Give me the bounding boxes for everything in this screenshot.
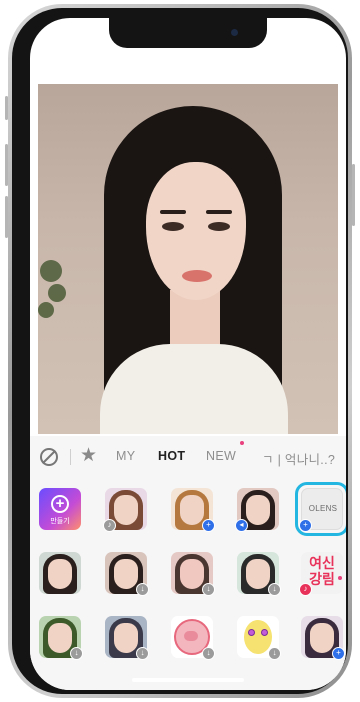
korean-text-filter-tile[interactable]: 여신 강림 ♪ [299, 552, 343, 596]
download-icon: ↓ [202, 583, 215, 596]
create-filter-label: 만들기 [50, 518, 70, 525]
filter-tile[interactable]: + [171, 488, 215, 532]
create-filter-tile[interactable]: + 만들기 [39, 488, 81, 530]
download-icon: ↓ [136, 583, 149, 596]
filter-tab-bar: ★ MY HOT NEW ㄱ | 억나니..? [30, 436, 346, 478]
filter-grid: + 만들기 ♪ + ◂ OLENS + ↓ ↓ ↓ 여신 강림 ♪ ↓ ↓ ↓ … [30, 482, 346, 690]
tile-face [48, 559, 72, 589]
filter-tile[interactable]: ↓ [171, 552, 215, 596]
subject-clothing [100, 344, 288, 434]
tab-custom[interactable]: ㄱ | 억나니..? [262, 449, 335, 468]
egg-eye-icon [248, 629, 255, 636]
new-indicator-dot [240, 441, 244, 445]
tile-face [114, 559, 138, 589]
home-indicator[interactable] [132, 678, 244, 682]
subject-brow [206, 210, 232, 214]
filter-tile[interactable] [39, 552, 81, 594]
pig-nose-icon [184, 631, 198, 641]
volume-down-button [5, 196, 8, 238]
phone-frame: ★ MY HOT NEW ㄱ | 억나니..? + 만들기 ♪ + ◂ OLEN… [5, 4, 355, 698]
tile-face [114, 495, 138, 525]
tab-hot[interactable]: HOT [158, 449, 185, 463]
scroll-indicator [338, 576, 342, 580]
tile-face [48, 623, 72, 653]
olens-filter-tile[interactable]: OLENS + [295, 482, 346, 536]
pig-filter-tile[interactable]: ↓ [171, 616, 215, 660]
download-icon: ↓ [70, 647, 83, 660]
volume-up-button [5, 144, 8, 186]
tile-face [114, 623, 138, 653]
filter-tile[interactable]: ↓ [105, 616, 149, 660]
plus-icon: + [51, 495, 69, 513]
front-camera-icon [231, 29, 238, 36]
egg-eye-icon [261, 629, 268, 636]
subject-eye [208, 222, 230, 231]
filter-tile[interactable]: + [301, 616, 345, 660]
no-filter-icon[interactable] [40, 448, 58, 466]
subject-brow [160, 210, 186, 214]
korean-tile-text: 여신 강림 [309, 555, 335, 587]
filter-tile[interactable]: ↓ [105, 552, 149, 596]
star-icon[interactable]: ★ [80, 445, 97, 467]
tile-face [310, 623, 334, 653]
filter-panel: ★ MY HOT NEW ㄱ | 억나니..? + 만들기 ♪ + ◂ OLEN… [30, 436, 346, 690]
download-icon: ↓ [268, 647, 281, 660]
tile-face [180, 559, 204, 589]
plus-icon: + [299, 519, 312, 532]
tab-my[interactable]: MY [116, 449, 135, 463]
music-icon: ♪ [103, 519, 116, 532]
filter-tile[interactable]: ↓ [39, 616, 83, 660]
download-icon: ↓ [268, 583, 281, 596]
egg-face-icon [244, 620, 272, 654]
tile-face [180, 495, 204, 525]
tab-new[interactable]: NEW [206, 449, 236, 463]
olens-label: OLENS [308, 504, 338, 513]
mute-switch [5, 96, 8, 120]
plus-icon: + [332, 647, 345, 660]
tab-divider [70, 449, 71, 465]
sound-icon: ◂ [235, 519, 248, 532]
power-button [352, 164, 355, 226]
tile-face [246, 495, 270, 525]
download-icon: ↓ [136, 647, 149, 660]
background-plant [38, 302, 54, 318]
camera-preview[interactable] [38, 84, 338, 434]
subject-lips [182, 270, 212, 282]
egg-filter-tile[interactable]: ↓ [237, 616, 281, 660]
background-plant [40, 260, 62, 282]
plus-icon: + [202, 519, 215, 532]
filter-tile[interactable]: ♪ [103, 488, 147, 532]
download-icon: ↓ [202, 647, 215, 660]
app-screen: ★ MY HOT NEW ㄱ | 억나니..? + 만들기 ♪ + ◂ OLEN… [30, 18, 346, 690]
background-plant [48, 284, 66, 302]
filter-tile[interactable]: ◂ [235, 488, 279, 532]
subject-eye [162, 222, 184, 231]
notch [109, 18, 267, 48]
music-icon: ♪ [299, 583, 312, 596]
tile-face [246, 559, 270, 589]
filter-tile[interactable]: ↓ [237, 552, 281, 596]
